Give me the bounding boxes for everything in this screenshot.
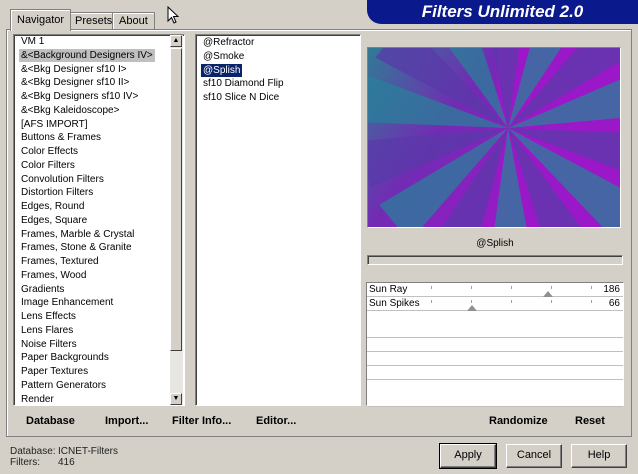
category-item[interactable]: Color Effects <box>19 145 80 158</box>
editor-button[interactable]: Editor... <box>256 415 296 427</box>
parameter-value: 186 <box>603 284 620 295</box>
parameter-row-empty <box>367 352 623 366</box>
mouse-cursor-icon <box>167 6 179 24</box>
parameter-label: Sun Spikes <box>369 297 420 309</box>
apply-button[interactable]: Apply <box>439 443 497 469</box>
category-item[interactable]: &<Background Designers IV> <box>19 48 155 62</box>
category-item[interactable]: [AFS IMPORT] <box>19 118 90 131</box>
preview-image <box>367 47 621 228</box>
status-filters-label: Filters: <box>10 457 40 468</box>
preview-caption: @Splish <box>476 238 514 249</box>
parameter-row-empty <box>367 338 623 353</box>
parameter-row-empty <box>367 310 623 325</box>
parameter-slider[interactable] <box>431 283 592 297</box>
category-item[interactable]: Gradients <box>19 283 66 296</box>
category-item[interactable]: Edges, Square <box>19 214 89 227</box>
parameter-row[interactable]: Sun Ray 186 <box>367 283 623 297</box>
randomize-button[interactable]: Randomize <box>489 415 548 427</box>
database-button[interactable]: Database <box>26 415 75 427</box>
cancel-button[interactable]: Cancel <box>506 444 562 468</box>
category-item[interactable]: Distortion Filters <box>19 186 95 199</box>
import-button[interactable]: Import... <box>105 415 148 427</box>
category-item[interactable]: Image Enhancement <box>19 296 115 309</box>
parameter-slider[interactable] <box>431 297 592 311</box>
filter-item[interactable]: @Refractor <box>201 36 256 49</box>
category-item[interactable]: Frames, Textured <box>19 255 101 268</box>
scroll-up-icon[interactable]: ▲ <box>170 35 182 47</box>
category-item[interactable]: Frames, Stone & Granite <box>19 241 134 254</box>
filter-item[interactable]: sf10 Slice N Dice <box>201 91 281 104</box>
category-item[interactable]: Paper Backgrounds <box>19 351 111 364</box>
category-item[interactable]: Convolution Filters <box>19 173 106 186</box>
category-item[interactable]: Frames, Marble & Crystal <box>19 228 136 241</box>
category-item[interactable]: Pattern Generators <box>19 379 108 392</box>
category-item[interactable]: &<Bkg Kaleidoscope> <box>19 104 121 117</box>
reset-button[interactable]: Reset <box>575 415 605 427</box>
help-button[interactable]: Help <box>571 444 627 468</box>
category-item[interactable]: Color Filters <box>19 159 77 172</box>
scroll-thumb[interactable] <box>170 48 182 351</box>
category-item[interactable]: Buttons & Frames <box>19 131 103 144</box>
filter-item[interactable]: @Splish <box>199 62 244 78</box>
category-item[interactable]: Render <box>19 393 56 406</box>
category-item[interactable]: Noise Filters <box>19 338 79 351</box>
progress-bar <box>367 255 623 265</box>
category-item[interactable]: Edges, Round <box>19 200 86 213</box>
parameter-label: Sun Ray <box>369 284 408 295</box>
tab-about[interactable]: About <box>112 12 155 30</box>
category-item[interactable]: Lens Effects <box>19 310 78 323</box>
category-list[interactable]: VM 1 &<Background Designers IV> &<Bkg Desi… <box>13 34 185 406</box>
parameter-value: 66 <box>608 297 620 309</box>
parameter-row-empty <box>367 379 623 394</box>
filter-info-button[interactable]: Filter Info... <box>172 415 231 427</box>
category-item[interactable]: Lens Flares <box>19 324 75 337</box>
status-database-value: ICNET-Filters <box>58 446 118 457</box>
category-item[interactable]: Paper Textures <box>19 365 90 378</box>
filter-list[interactable]: @Refractor @Smoke @Splish sf10 Diamond Flip… <box>195 34 361 406</box>
category-item[interactable]: &<Bkg Designers sf10 IV> <box>19 90 140 103</box>
category-item[interactable]: &<Bkg Designer sf10 I> <box>19 63 129 76</box>
filter-item[interactable]: sf10 Diamond Flip <box>201 77 286 90</box>
parameter-row-empty <box>367 324 623 339</box>
status-database-label: Database: <box>10 446 56 457</box>
category-item[interactable]: Frames, Wood <box>19 269 88 282</box>
app-title-banner: Filters Unlimited 2.0 <box>367 0 638 24</box>
parameter-row[interactable]: Sun Spikes 66 <box>367 296 623 311</box>
parameter-row-empty <box>367 393 623 408</box>
category-item[interactable]: VM 1 <box>19 35 46 48</box>
parameter-row-empty <box>367 365 623 380</box>
status-filters-value: 416 <box>58 457 75 468</box>
category-item[interactable]: &<Bkg Designer sf10 II> <box>19 76 131 89</box>
tab-navigator[interactable]: Navigator <box>10 9 72 31</box>
scroll-down-icon[interactable]: ▼ <box>170 393 182 405</box>
category-scrollbar[interactable]: ▲ ▼ <box>170 35 183 405</box>
filter-item[interactable]: @Smoke <box>201 50 246 63</box>
